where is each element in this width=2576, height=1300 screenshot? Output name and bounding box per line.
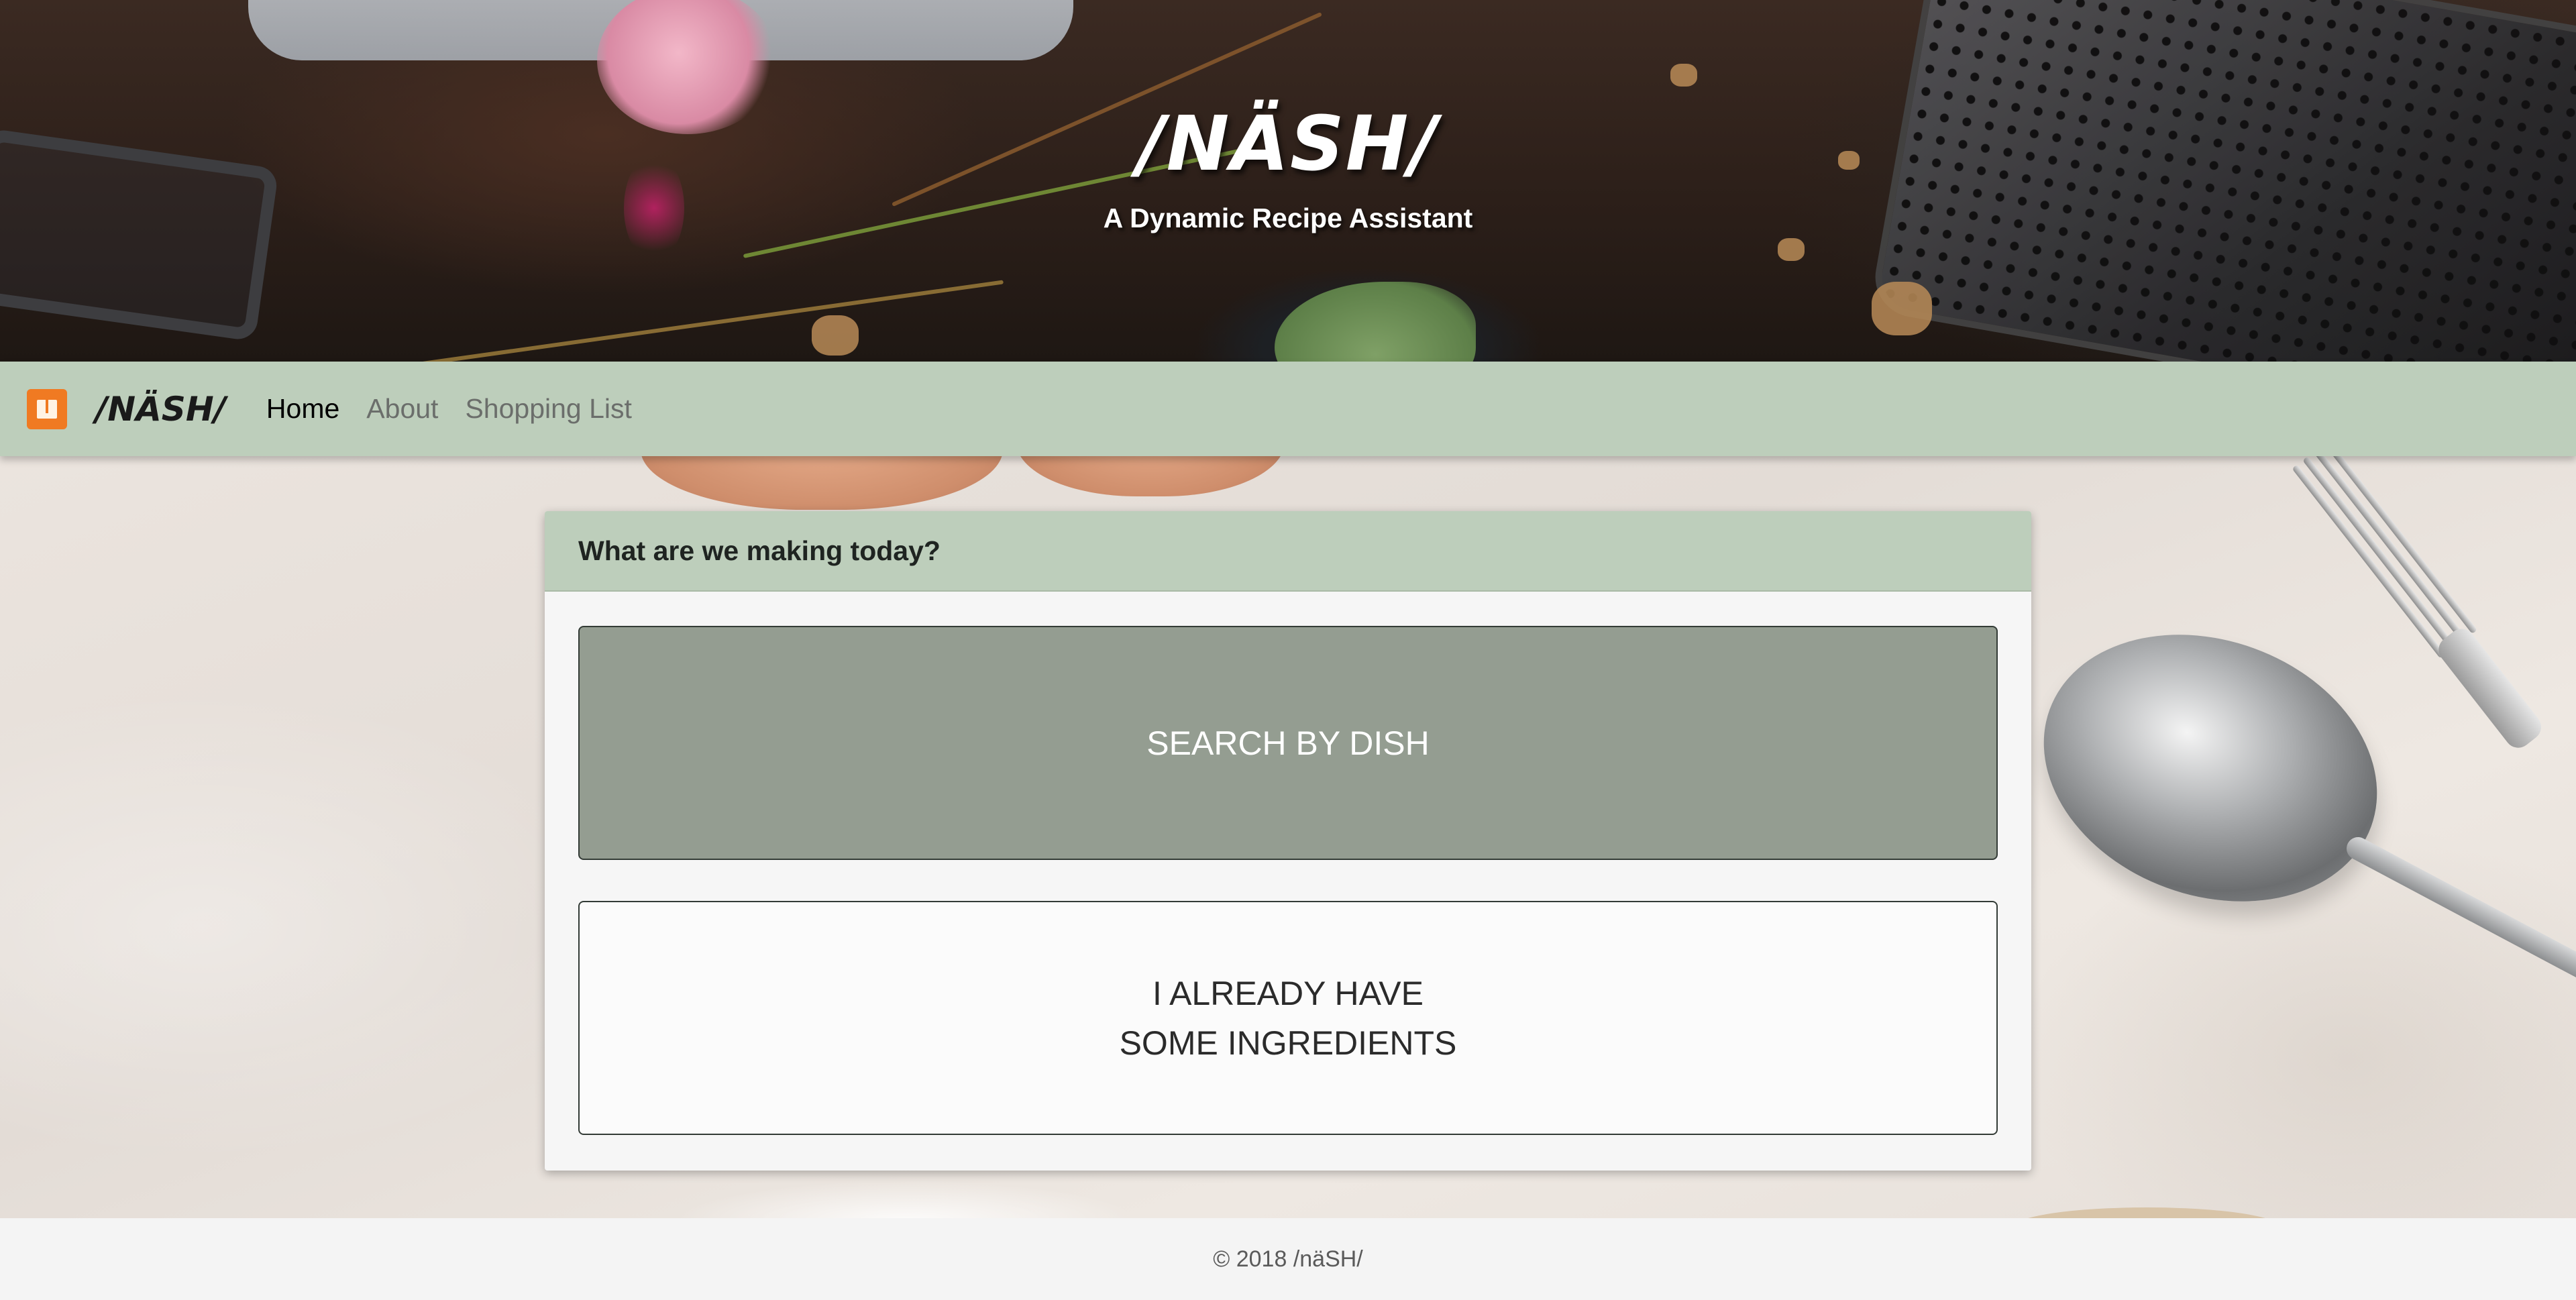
have-ingredients-button[interactable]: I ALREADY HAVE SOME INGREDIENTS — [578, 901, 1998, 1135]
search-by-dish-button[interactable]: SEARCH BY DISH — [578, 626, 1998, 860]
recipe-choice-card: What are we making today? SEARCH BY DISH… — [545, 511, 2031, 1171]
egg-decoration — [1016, 456, 1285, 496]
footer: © 2018 /näSH/ — [0, 1218, 2576, 1300]
spoon-decoration — [2006, 590, 2415, 946]
footer-copyright: © 2018 /näSH/ — [1213, 1246, 1363, 1272]
book-icon[interactable] — [27, 388, 67, 429]
hero-title: /NÄSH/ — [1137, 101, 1439, 188]
card-header: What are we making today? — [545, 511, 2031, 592]
hero-tagline: A Dynamic Recipe Assistant — [1103, 203, 1473, 233]
fork-decoration — [2286, 456, 2547, 753]
hero-crumb-decoration — [812, 315, 859, 356]
hero-leaf-decoration — [1275, 282, 1476, 362]
flour-decoration — [671, 1181, 1140, 1218]
navbar: /NÄSH/ Home About Shopping List — [0, 362, 2576, 456]
have-ingredients-label-line1: I ALREADY HAVE — [1152, 974, 1424, 1012]
bowl-decoration — [2012, 1207, 2281, 1218]
search-by-dish-label: SEARCH BY DISH — [1146, 724, 1430, 762]
hero-crumb-decoration — [1778, 238, 1805, 261]
hero-stem-decoration — [405, 280, 1004, 362]
book-icon-glyph — [37, 399, 57, 419]
nav-link-home[interactable]: Home — [266, 393, 339, 425]
hero-crumb-decoration — [1670, 64, 1697, 87]
hero-banner: /NÄSH/ A Dynamic Recipe Assistant — [0, 0, 2576, 362]
egg-decoration — [641, 456, 1003, 510]
nav-link-about[interactable]: About — [366, 393, 438, 425]
spoon-handle-decoration — [2343, 832, 2576, 1018]
hero-crumb-decoration — [1872, 282, 1932, 335]
have-ingredients-label-line2: SOME INGREDIENTS — [1119, 1024, 1457, 1062]
nav-link-shopping-list[interactable]: Shopping List — [465, 393, 631, 425]
nav-brand[interactable]: /NÄSH/ — [95, 390, 226, 429]
